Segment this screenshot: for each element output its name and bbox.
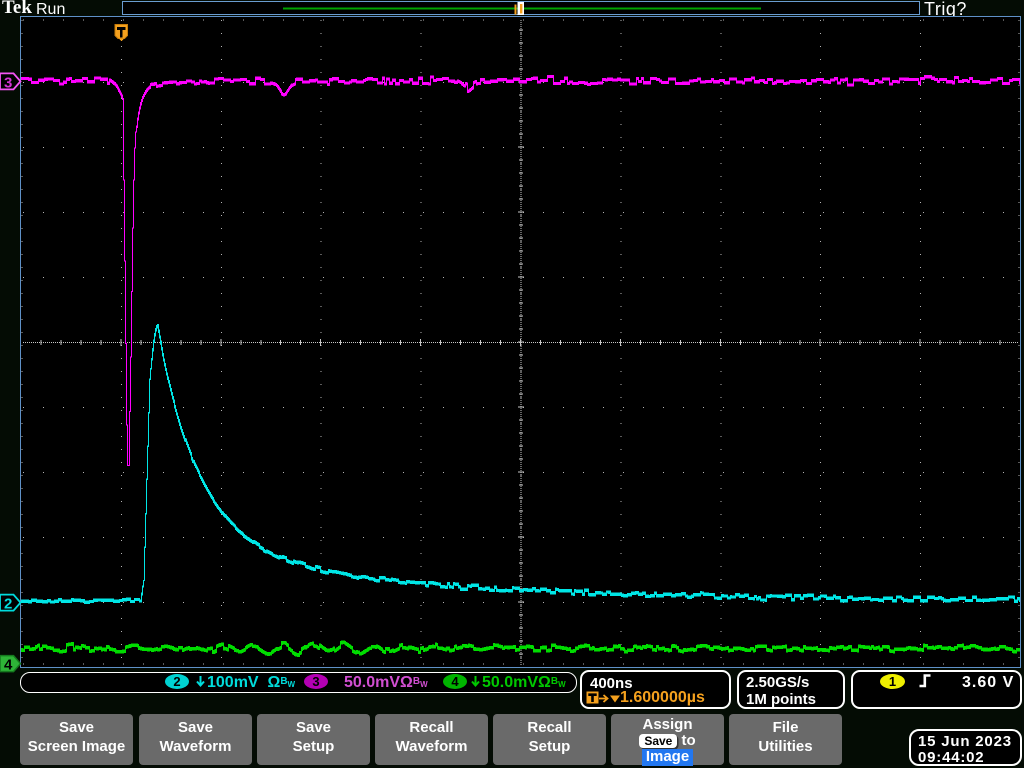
svg-text:4: 4 (4, 657, 13, 674)
svg-text:3: 3 (4, 74, 12, 91)
svg-text:2: 2 (4, 596, 12, 613)
